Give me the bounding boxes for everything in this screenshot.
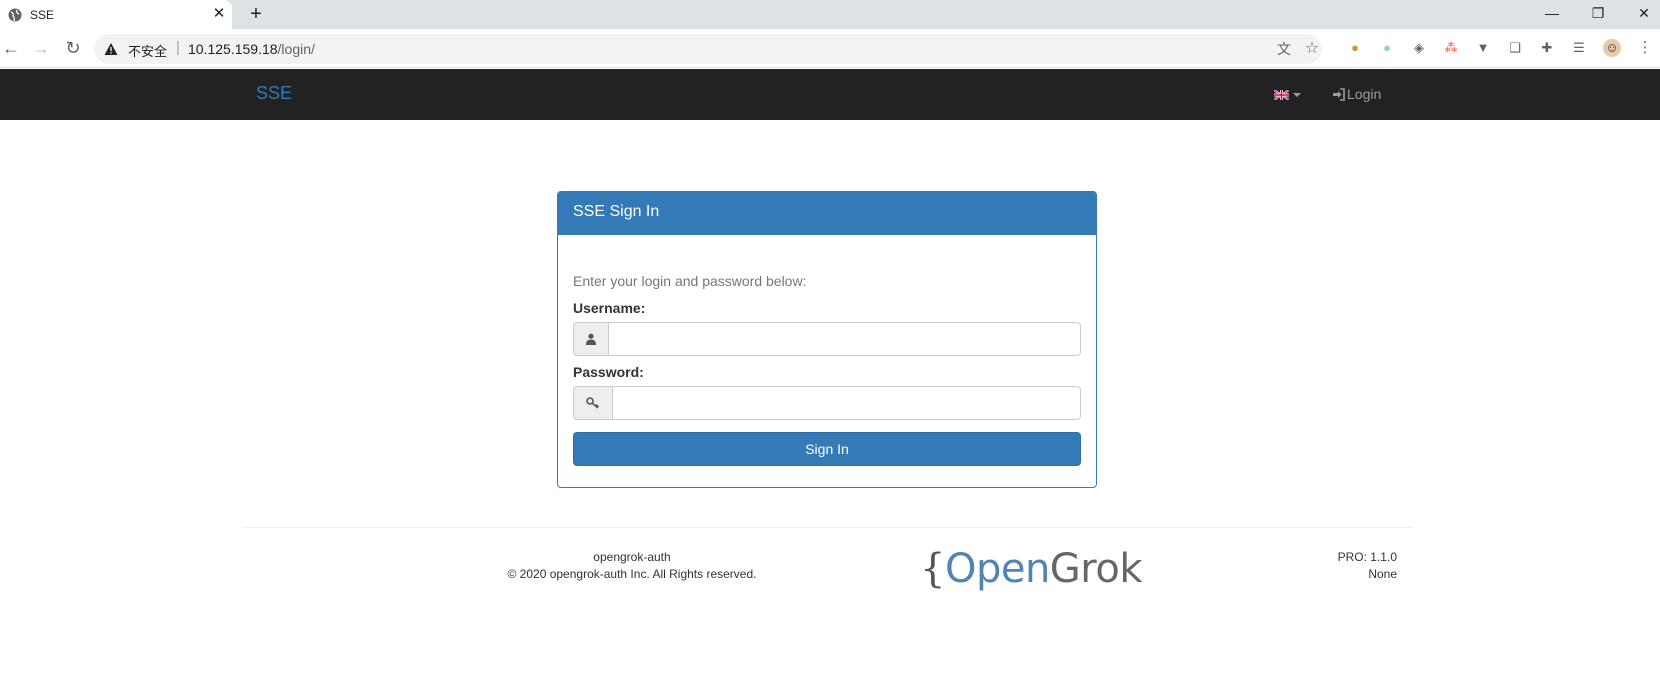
opengrok-logo: {OpenGrok	[920, 546, 1143, 592]
back-icon[interactable]: ←	[0, 37, 22, 59]
username-input-group	[573, 322, 1081, 356]
footer-license: None	[1368, 567, 1397, 581]
password-label: Password:	[573, 364, 644, 380]
circle-extension-icon[interactable]: ●	[1378, 39, 1396, 57]
key-icon	[573, 386, 612, 420]
password-input[interactable]	[612, 386, 1081, 420]
browser-tab[interactable]: SSE ✕	[0, 0, 232, 29]
reading-list-icon[interactable]: ☰	[1570, 39, 1588, 57]
shield-extension-icon[interactable]: ◈	[1410, 39, 1428, 57]
browser-menu-icon[interactable]: ⋮	[1636, 39, 1654, 57]
footer-version-info: PRO: 1.1.0 None	[1260, 549, 1397, 583]
warning-icon	[104, 43, 118, 55]
username-input[interactable]	[608, 322, 1081, 356]
nav-login-label: Login	[1347, 86, 1382, 102]
brand-link[interactable]: SSE	[256, 83, 292, 104]
uk-flag-icon	[1274, 90, 1289, 100]
footer-divider	[242, 527, 1412, 528]
new-tab-icon[interactable]: +	[246, 4, 266, 24]
url-path: /login/	[277, 41, 315, 57]
logo-brace: {	[920, 546, 945, 592]
signin-intro-text: Enter your login and password below:	[573, 273, 807, 289]
signin-panel-title: SSE Sign In	[558, 192, 1096, 235]
translate-icon[interactable]: 文	[1276, 41, 1292, 57]
tab-title: SSE	[30, 8, 55, 22]
site-navbar: SSE Login	[0, 69, 1660, 120]
nav-login-link[interactable]: Login	[1332, 86, 1381, 102]
browser-toolbar: ← → ↻ 不安全 | 10.125.159.18/login/ 文 ☆ ● ●…	[0, 29, 1660, 68]
close-tab-icon[interactable]: ✕	[211, 6, 227, 22]
url-host: 10.125.159.18	[188, 41, 278, 57]
url-separator: |	[176, 39, 180, 56]
profile-avatar-icon[interactable]: ☺	[1603, 39, 1621, 57]
footer-company: opengrok-auth © 2020 opengrok-auth Inc. …	[450, 549, 814, 583]
user-icon	[573, 322, 608, 356]
restore-window-icon[interactable]: ❐	[1586, 2, 1610, 24]
tab-manager-extension-icon[interactable]: ❏	[1506, 39, 1524, 57]
address-bar[interactable]: 不安全 | 10.125.159.18/login/ 文 ☆	[94, 34, 1322, 64]
language-selector[interactable]	[1274, 87, 1301, 103]
reload-icon[interactable]: ↻	[62, 37, 84, 59]
bookmark-star-icon[interactable]: ☆	[1304, 41, 1320, 57]
key-glyph-icon	[586, 397, 600, 409]
network-extension-icon[interactable]: ⁂	[1442, 39, 1460, 57]
sign-in-button[interactable]: Sign In	[573, 432, 1081, 466]
vue-extension-icon[interactable]: ▼	[1474, 39, 1492, 57]
security-status[interactable]: 不安全	[128, 41, 167, 60]
logo-open: Open	[944, 546, 1050, 592]
globe-icon	[8, 8, 22, 22]
password-input-group	[573, 386, 1081, 420]
chevron-down-icon	[1293, 93, 1301, 97]
url-text[interactable]: 10.125.159.18/login/	[188, 41, 315, 57]
puzzle-extensions-icon[interactable]: ✚	[1538, 39, 1556, 57]
browser-tabstrip: SSE ✕ + — ❐ ✕	[0, 0, 1660, 29]
footer-org-name: opengrok-auth	[593, 550, 671, 564]
username-label: Username:	[573, 300, 646, 316]
signin-form: Enter your login and password below: Use…	[558, 235, 1096, 481]
sign-in-icon	[1333, 87, 1345, 101]
minimize-window-icon[interactable]: —	[1540, 2, 1564, 24]
footer-version: PRO: 1.1.0	[1337, 550, 1397, 564]
logo-grok: Grok	[1049, 546, 1143, 592]
signin-panel: SSE Sign In Enter your login and passwor…	[557, 191, 1097, 488]
forward-icon[interactable]: →	[30, 37, 52, 59]
close-window-icon[interactable]: ✕	[1632, 2, 1656, 24]
footer-copyright: © 2020 opengrok-auth Inc. All Rights res…	[507, 567, 757, 581]
user-glyph-icon	[586, 333, 596, 345]
cookie-extension-icon[interactable]: ●	[1346, 39, 1364, 57]
